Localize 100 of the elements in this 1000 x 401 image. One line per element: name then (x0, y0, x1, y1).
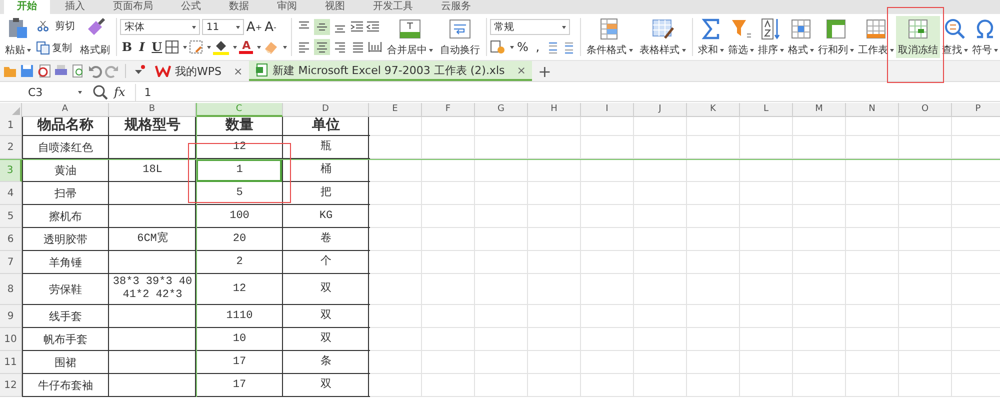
table-cell-text: 2 (235, 254, 244, 270)
align-icon (352, 41, 364, 53)
ribbon-button[interactable]: 求和 (696, 16, 726, 58)
distribute-icon[interactable] (368, 41, 382, 53)
currency-icon[interactable] (490, 40, 506, 54)
percent-button[interactable]: % (516, 39, 530, 55)
row-header[interactable]: 12 (0, 374, 22, 397)
print-icon[interactable] (54, 64, 68, 78)
close-button[interactable]: × (516, 64, 526, 76)
underline-button[interactable]: U (150, 39, 164, 55)
table-cell-text: 条 (320, 354, 332, 370)
row-header[interactable]: 10 (0, 328, 22, 351)
horizontal-align-button[interactable] (314, 39, 330, 55)
zoom-icon[interactable] (92, 84, 108, 100)
row-header[interactable]: 7 (0, 251, 22, 274)
font-size-dropdown[interactable]: 11 (202, 19, 244, 35)
ribbon-button[interactable]: 符号 (970, 16, 1000, 58)
save-icon[interactable] (20, 64, 34, 78)
clipboard-icon (7, 17, 29, 39)
ribbon-button[interactable]: 行和列 (816, 16, 856, 58)
caret-icon (510, 46, 514, 48)
ribbon-button[interactable]: 工作表 (856, 16, 896, 58)
row-header[interactable]: 5 (0, 205, 22, 228)
pdf-export-icon[interactable] (37, 64, 51, 78)
ribbon-tab[interactable]: 开发工具 (360, 0, 426, 14)
ribbon-button[interactable]: 表格样式 (638, 16, 688, 58)
table-cell-text: 擦机布 (48, 208, 83, 224)
table-cell-text: 10 (232, 332, 248, 346)
row-header[interactable]: 9 (0, 305, 22, 328)
ribbon-button[interactable]: 自动换行 (438, 16, 482, 58)
row-header[interactable]: 11 (0, 351, 22, 374)
table-cell-text: 帆布手套 (42, 332, 88, 348)
document-tab[interactable]: 我的WPS × (149, 61, 249, 81)
table-cell-text: 扫帚 (54, 186, 78, 202)
grid-icon (789, 17, 814, 41)
font-color-button[interactable]: A (239, 39, 254, 55)
row-header[interactable]: 8 (0, 274, 22, 305)
cut-button[interactable]: 剪切 (36, 17, 75, 35)
w-logo-icon (155, 65, 171, 77)
document-tab[interactable]: 新建 Microsoft Excel 97-2003 工作表 (2).xls × (248, 61, 532, 81)
row-header[interactable]: 4 (0, 182, 22, 205)
ribbon-button[interactable]: 合并居中 (384, 16, 435, 58)
ribbon-button[interactable]: 取消冻结 (896, 16, 940, 58)
paste-button[interactable]: 粘贴 (3, 16, 33, 58)
table-cell-text: 物品名称 (36, 116, 94, 135)
function-button[interactable]: fx (114, 85, 126, 99)
caret-icon (183, 46, 188, 48)
wrap-text-icon (448, 17, 472, 41)
ribbon-tab[interactable]: 页面布局 (100, 0, 166, 14)
new-tab-button[interactable]: + (532, 61, 558, 81)
table-cell-text: 18L (142, 162, 164, 178)
ribbon-tab[interactable]: 插入 (52, 0, 98, 14)
align-icon (316, 41, 328, 53)
table-cell-text: 双 (320, 308, 332, 324)
outdent-icon[interactable] (366, 21, 380, 33)
print-preview-icon[interactable] (71, 64, 85, 78)
table-cell-text: 卷 (320, 231, 332, 246)
ribbon-tab[interactable]: 审阅 (264, 0, 310, 14)
cell-style-icon[interactable] (189, 40, 204, 54)
table-cell-text: 38*3 39*3 40 41*2 42*3 (112, 275, 194, 303)
table-cell-text: 瓶 (320, 139, 332, 154)
tab-title: 我的WPS (175, 64, 222, 78)
table-cell-text: 数量 (224, 116, 254, 135)
row-header[interactable]: 2 (0, 136, 22, 159)
comma-button[interactable]: , (531, 39, 544, 55)
align-icon (298, 41, 310, 53)
name-box[interactable]: C3 (0, 84, 86, 100)
ribbon-button[interactable]: 格式 (786, 16, 816, 58)
font-size-button[interactable]: A$^{-}$ (264, 19, 278, 35)
grid-icon (864, 17, 888, 41)
format-painter-button[interactable]: 格式刷 (78, 16, 112, 58)
vertical-align-button[interactable] (314, 19, 330, 35)
copy-button[interactable]: 复制 (36, 39, 75, 57)
indent-icon[interactable] (350, 21, 364, 33)
ribbon-tab[interactable]: 开始 (4, 0, 50, 14)
ribbon-tab[interactable]: 公式 (168, 0, 214, 14)
row-header[interactable]: 6 (0, 228, 22, 251)
font-size-button[interactable]: A$^{+}$ (246, 19, 262, 35)
table-cell-text: 12 (232, 282, 248, 296)
table-cell-text: 5 (235, 186, 244, 200)
ribbon-tab[interactable]: 数据 (216, 0, 262, 14)
borders-icon[interactable] (165, 40, 180, 54)
ribbon-button[interactable]: 排序 (756, 16, 786, 58)
number-format-dropdown[interactable]: 常规 (490, 19, 570, 35)
bold-button[interactable]: B (120, 39, 134, 55)
ribbon-tab[interactable]: 视图 (312, 0, 358, 14)
fill-color-icon[interactable] (213, 39, 230, 55)
row-header[interactable]: 1 (0, 116, 22, 136)
close-button[interactable]: × (234, 64, 243, 78)
table-cell-text: 单位 (311, 116, 341, 135)
formula-input[interactable]: 1 (135, 84, 1000, 100)
table-cell-text: 自喷漆红色 (37, 140, 94, 156)
ribbon-tab[interactable]: 云服务 (428, 0, 484, 14)
italic-button[interactable]: I (135, 39, 148, 55)
table-cell-text: 100 (228, 208, 250, 224)
undo-icon[interactable] (88, 64, 102, 78)
ribbon-button[interactable]: 筛选 (726, 16, 756, 58)
ribbon-button[interactable]: 条件格式 (584, 16, 635, 58)
table-cell-text: 线手套 (48, 308, 83, 324)
font-name-dropdown[interactable]: 宋体 (120, 19, 200, 35)
